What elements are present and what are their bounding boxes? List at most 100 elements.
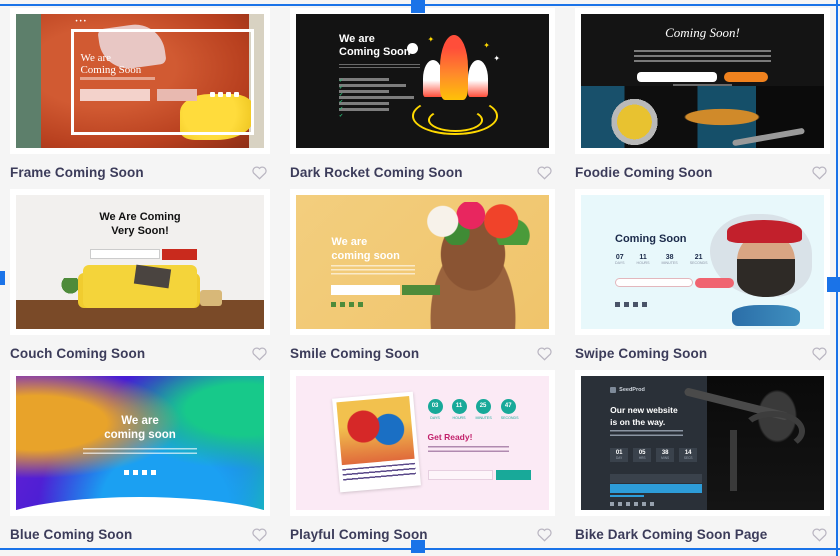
template-thumbnail[interactable]: 03 DAYS 11 HOURS 25 MINUTES 47 SECONDS Get R… bbox=[290, 370, 555, 516]
countdown-label: SECONDS bbox=[500, 415, 519, 420]
template-card[interactable]: Coming Soon 07 DAYS 11 HOURS 38 MINUTES 21 S… bbox=[565, 189, 840, 370]
heart-icon[interactable] bbox=[251, 345, 268, 361]
template-thumbnail[interactable]: We are coming soon bbox=[290, 189, 555, 335]
countdown-label: HOURS bbox=[636, 260, 650, 265]
template-gallery: ••• We are Coming Soon Frame Coming Soon … bbox=[0, 0, 840, 556]
selection-top-handle[interactable] bbox=[411, 0, 425, 13]
facebook-icon bbox=[124, 469, 129, 475]
template-title: Blue Coming Soon bbox=[10, 526, 133, 542]
selection-bottom-handle[interactable] bbox=[411, 540, 425, 553]
template-thumbnail[interactable]: ••• We are Coming Soon bbox=[10, 8, 270, 154]
card-meta: Blue Coming Soon bbox=[10, 516, 270, 542]
template-card[interactable]: 03 DAYS 11 HOURS 25 MINUTES 47 SECONDS Get R… bbox=[280, 370, 565, 556]
dark-rocket-coming-soon-preview: We are Coming Soon ✔ ✔ ✔ ✔ ✔ ✔ ✦ ✦ ✦ bbox=[296, 14, 549, 148]
twitter-icon bbox=[618, 501, 623, 506]
countdown-value: 07 bbox=[615, 253, 624, 261]
playful-coming-soon-preview: 03 DAYS 11 HOURS 25 MINUTES 47 SECONDS Get R… bbox=[296, 376, 549, 510]
template-thumbnail[interactable]: SeedProd Our new website is on the way. 0… bbox=[575, 370, 830, 516]
youtube-icon bbox=[650, 501, 655, 506]
template-thumbnail[interactable]: Coming Soon! bbox=[575, 8, 830, 154]
selection-right-handle[interactable] bbox=[827, 277, 840, 292]
heart-icon[interactable] bbox=[251, 526, 268, 542]
preview-heading: We are coming soon bbox=[331, 236, 400, 263]
card-meta: Frame Coming Soon bbox=[10, 154, 270, 180]
countdown-label: DAYS bbox=[430, 415, 440, 420]
instagram-icon bbox=[633, 302, 639, 308]
template-thumbnail[interactable]: We are Coming Soon ✔ ✔ ✔ ✔ ✔ ✔ ✦ ✦ ✦ bbox=[290, 8, 555, 154]
linkedin-icon bbox=[626, 501, 631, 506]
countdown-value: 38 bbox=[665, 253, 674, 261]
countdown-timer: 07 DAYS 11 HOURS 38 MINUTES 21 SECONDS bbox=[615, 254, 707, 265]
countdown-value: 21 bbox=[694, 253, 703, 261]
linkedin-icon bbox=[151, 469, 156, 475]
facebook-icon bbox=[610, 501, 615, 506]
heart-icon[interactable] bbox=[811, 345, 828, 361]
card-meta: Swipe Coming Soon bbox=[575, 335, 830, 361]
preview-heading: Our new website is on the way. bbox=[610, 405, 678, 427]
swipe-coming-soon-preview: Coming Soon 07 DAYS 11 HOURS 38 MINUTES 21 S… bbox=[581, 195, 824, 329]
template-card[interactable]: ••• We are Coming Soon Frame Coming Soon bbox=[0, 8, 280, 189]
countdown-label: MINUTES bbox=[475, 415, 492, 420]
couch-coming-soon-preview: We Are Coming Very Soon! bbox=[16, 195, 264, 329]
template-title: Dark Rocket Coming Soon bbox=[290, 164, 463, 180]
linkedin-icon bbox=[234, 91, 240, 97]
card-meta: Playful Coming Soon bbox=[290, 516, 555, 542]
card-meta: Bike Dark Coming Soon Page bbox=[575, 516, 830, 542]
preview-heading: Coming Soon! bbox=[665, 24, 740, 40]
selection-left-handle[interactable] bbox=[0, 271, 5, 285]
preview-heading: We are Coming Soon bbox=[339, 32, 411, 58]
facebook-icon bbox=[331, 302, 337, 308]
foodie-coming-soon-preview: Coming Soon! bbox=[581, 14, 824, 148]
template-thumbnail[interactable]: We Are Coming Very Soon! bbox=[10, 189, 270, 335]
countdown-value: 11 bbox=[451, 398, 467, 414]
twitter-icon bbox=[133, 469, 138, 475]
template-title: Smile Coming Soon bbox=[290, 345, 420, 361]
smile-coming-soon-preview: We are coming soon bbox=[296, 195, 549, 329]
template-title: Frame Coming Soon bbox=[10, 164, 144, 180]
countdown-label: DAY bbox=[615, 456, 623, 461]
twitter-icon bbox=[624, 302, 630, 308]
frame-coming-soon-preview: ••• We are Coming Soon bbox=[16, 14, 264, 148]
pinterest-icon bbox=[642, 501, 647, 506]
preview-heading: We Are Coming Very Soon! bbox=[99, 211, 181, 237]
heart-icon[interactable] bbox=[536, 526, 553, 542]
template-title: Foodie Coming Soon bbox=[575, 164, 713, 180]
template-title: Couch Coming Soon bbox=[10, 345, 146, 361]
template-card[interactable]: We are coming soon Smile Coming Soon bbox=[280, 189, 565, 370]
heart-icon[interactable] bbox=[811, 164, 828, 180]
social-icons bbox=[16, 469, 264, 475]
template-card[interactable]: We are Coming Soon ✔ ✔ ✔ ✔ ✔ ✔ ✦ ✦ ✦ Dark Rock… bbox=[280, 8, 565, 189]
instagram-icon bbox=[142, 469, 147, 475]
heart-icon[interactable] bbox=[536, 345, 553, 361]
checklist-icons: ✔ ✔ ✔ ✔ ✔ ✔ bbox=[339, 78, 344, 120]
heart-icon[interactable] bbox=[251, 164, 268, 180]
blue-coming-soon-preview: We are coming soon bbox=[16, 376, 264, 510]
preview-heading: We are Coming Soon bbox=[80, 51, 142, 77]
countdown-value: 11 bbox=[639, 253, 647, 261]
preview-heading: Coming Soon bbox=[615, 232, 687, 245]
seedprod-logo: SeedProd bbox=[610, 386, 645, 393]
template-grid: ••• We are Coming Soon Frame Coming Soon … bbox=[0, 8, 840, 556]
template-thumbnail[interactable]: Coming Soon 07 DAYS 11 HOURS 38 MINUTES 21 S… bbox=[575, 189, 830, 335]
template-card[interactable]: We Are Coming Very Soon! Couch Coming Soo… bbox=[0, 189, 280, 370]
instagram-icon bbox=[349, 302, 355, 308]
template-thumbnail[interactable]: We are coming soon bbox=[10, 370, 270, 516]
linkedin-icon bbox=[358, 302, 364, 308]
heart-icon[interactable] bbox=[811, 526, 828, 542]
countdown-label: DAYS bbox=[615, 260, 625, 265]
twitter-icon bbox=[340, 302, 346, 308]
template-card[interactable]: Coming Soon! Foodie Coming Soon bbox=[565, 8, 840, 189]
polaroid-photo bbox=[332, 391, 422, 492]
preview-heading: Get Ready! bbox=[427, 432, 473, 443]
countdown-label: SECONDS bbox=[689, 260, 708, 265]
countdown-label: HRS bbox=[638, 456, 646, 461]
social-icons bbox=[615, 302, 648, 308]
countdown-label: SECS bbox=[683, 456, 693, 461]
countdown-timer: 01 DAY 05 HRS 38 MINS 14 SECS bbox=[610, 448, 698, 463]
card-meta: Smile Coming Soon bbox=[290, 335, 555, 361]
template-card[interactable]: SeedProd Our new website is on the way. 0… bbox=[565, 370, 840, 556]
heart-icon[interactable] bbox=[536, 164, 553, 180]
facebook-icon bbox=[615, 302, 621, 308]
countdown-label: MINS bbox=[661, 456, 670, 461]
template-card[interactable]: We are coming soon Blue Coming Soon bbox=[0, 370, 280, 556]
